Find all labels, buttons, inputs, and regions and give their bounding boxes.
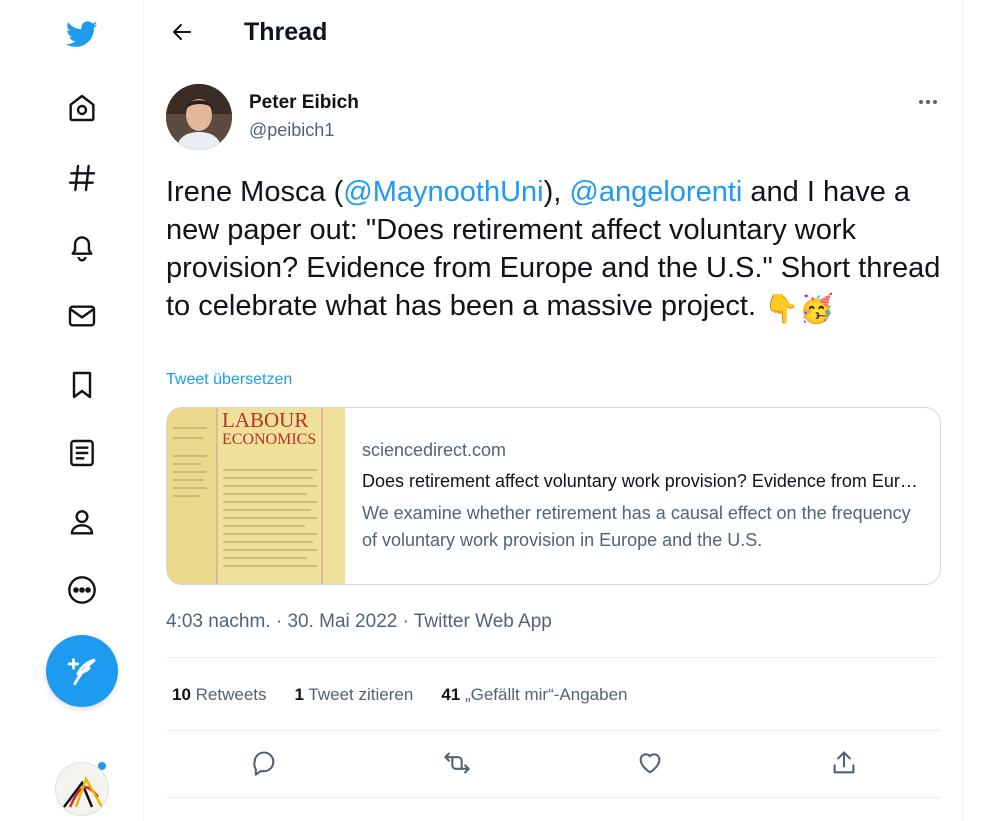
author-handle[interactable]: @peibich1 (249, 120, 334, 141)
card-body: sciencedirect.com Does retirement affect… (345, 408, 940, 584)
tweet-more-button[interactable] (914, 92, 942, 112)
retweets-label: Retweets (195, 685, 267, 704)
tweet-time[interactable]: 4:03 nachm. (166, 611, 271, 632)
feather-plus-icon (67, 658, 96, 686)
card-description: We examine whether retirement has a caus… (362, 503, 911, 550)
retweet-button[interactable] (439, 745, 475, 781)
explore-hashtag-icon[interactable] (63, 159, 101, 197)
meta-separator: · (270, 611, 288, 632)
author-name[interactable]: Peter Eibich (249, 92, 359, 114)
tweet-text-part: Irene Mosca ( (166, 176, 344, 208)
notification-dot (97, 761, 107, 771)
mention-link[interactable]: @angelorenti (569, 176, 742, 208)
tweet-source: Twitter Web App (413, 611, 552, 632)
journal-cover-subtitle: ECONOMICS (222, 431, 317, 448)
journal-cover-title: LABOUR (222, 408, 309, 432)
profile-icon[interactable] (63, 503, 101, 541)
likes-stat[interactable]: 41 „Gefällt mir“-Angaben (441, 685, 627, 705)
thread-column: Thread Peter Eibich @peibich1 Irene Mosc… (143, 0, 963, 821)
card-title: Does retirement affect voluntary work pr… (362, 471, 922, 491)
journal-cover-image: LABOUR ECONOMICS (167, 408, 345, 584)
messages-envelope-icon[interactable] (63, 297, 101, 335)
meta-separator: · (397, 611, 414, 632)
twitter-logo-icon[interactable] (63, 14, 101, 52)
arrow-left-icon (173, 24, 191, 40)
quotes-stat[interactable]: 1 Tweet zitieren (295, 685, 414, 705)
share-icon (833, 751, 855, 774)
quotes-count: 1 (294, 685, 304, 704)
tweet-text: Irene Mosca (@MaynoothUni), @angelorenti… (166, 173, 956, 328)
mention-link[interactable]: @MaynoothUni (343, 176, 543, 208)
likes-label: „Gefällt mir“-Angaben (464, 685, 628, 704)
author-avatar[interactable] (166, 84, 232, 150)
retweets-stat[interactable]: 10 Retweets (172, 685, 267, 705)
page-title: Thread (244, 18, 328, 46)
back-button[interactable] (166, 16, 198, 48)
bookmarks-icon[interactable] (63, 366, 101, 404)
heart-icon (639, 753, 661, 774)
share-button[interactable] (826, 745, 862, 781)
retweet-icon (444, 752, 470, 774)
home-icon[interactable] (63, 89, 101, 127)
more-circle-icon[interactable] (63, 571, 101, 609)
notifications-bell-icon[interactable] (63, 228, 101, 266)
divider (166, 797, 941, 798)
compose-tweet-button[interactable] (46, 635, 118, 707)
left-nav (0, 0, 143, 821)
quotes-label: Tweet zitieren (308, 685, 414, 704)
link-preview-card[interactable]: LABOUR ECONOMICS sciencedirect.com Does … (166, 407, 941, 585)
divider (166, 730, 941, 731)
like-button[interactable] (632, 745, 668, 781)
tweet-stats: 10 Retweets 1 Tweet zitieren 41 „Gefällt… (172, 685, 627, 705)
card-domain: sciencedirect.com (362, 440, 507, 460)
tweet-date[interactable]: 30. Mai 2022 (287, 611, 397, 632)
translate-tweet-link[interactable]: Tweet übersetzen (166, 371, 292, 389)
tweet-timestamp: 4:03 nachm. · 30. Mai 2022 · Twitter Web… (166, 611, 552, 633)
likes-count: 41 (441, 685, 461, 704)
tweet-text-part: ), (543, 176, 570, 208)
thread-header: Thread (144, 0, 964, 64)
divider (166, 657, 941, 658)
lists-icon[interactable] (63, 434, 101, 472)
tweet-actions (166, 745, 941, 785)
reply-button[interactable] (246, 745, 282, 781)
party-face-emoji: 🥳 (798, 293, 834, 324)
pointing-down-emoji: 👇 (764, 293, 799, 324)
reply-icon (253, 751, 275, 776)
retweets-count: 10 (172, 685, 191, 704)
author-photo (166, 84, 232, 150)
